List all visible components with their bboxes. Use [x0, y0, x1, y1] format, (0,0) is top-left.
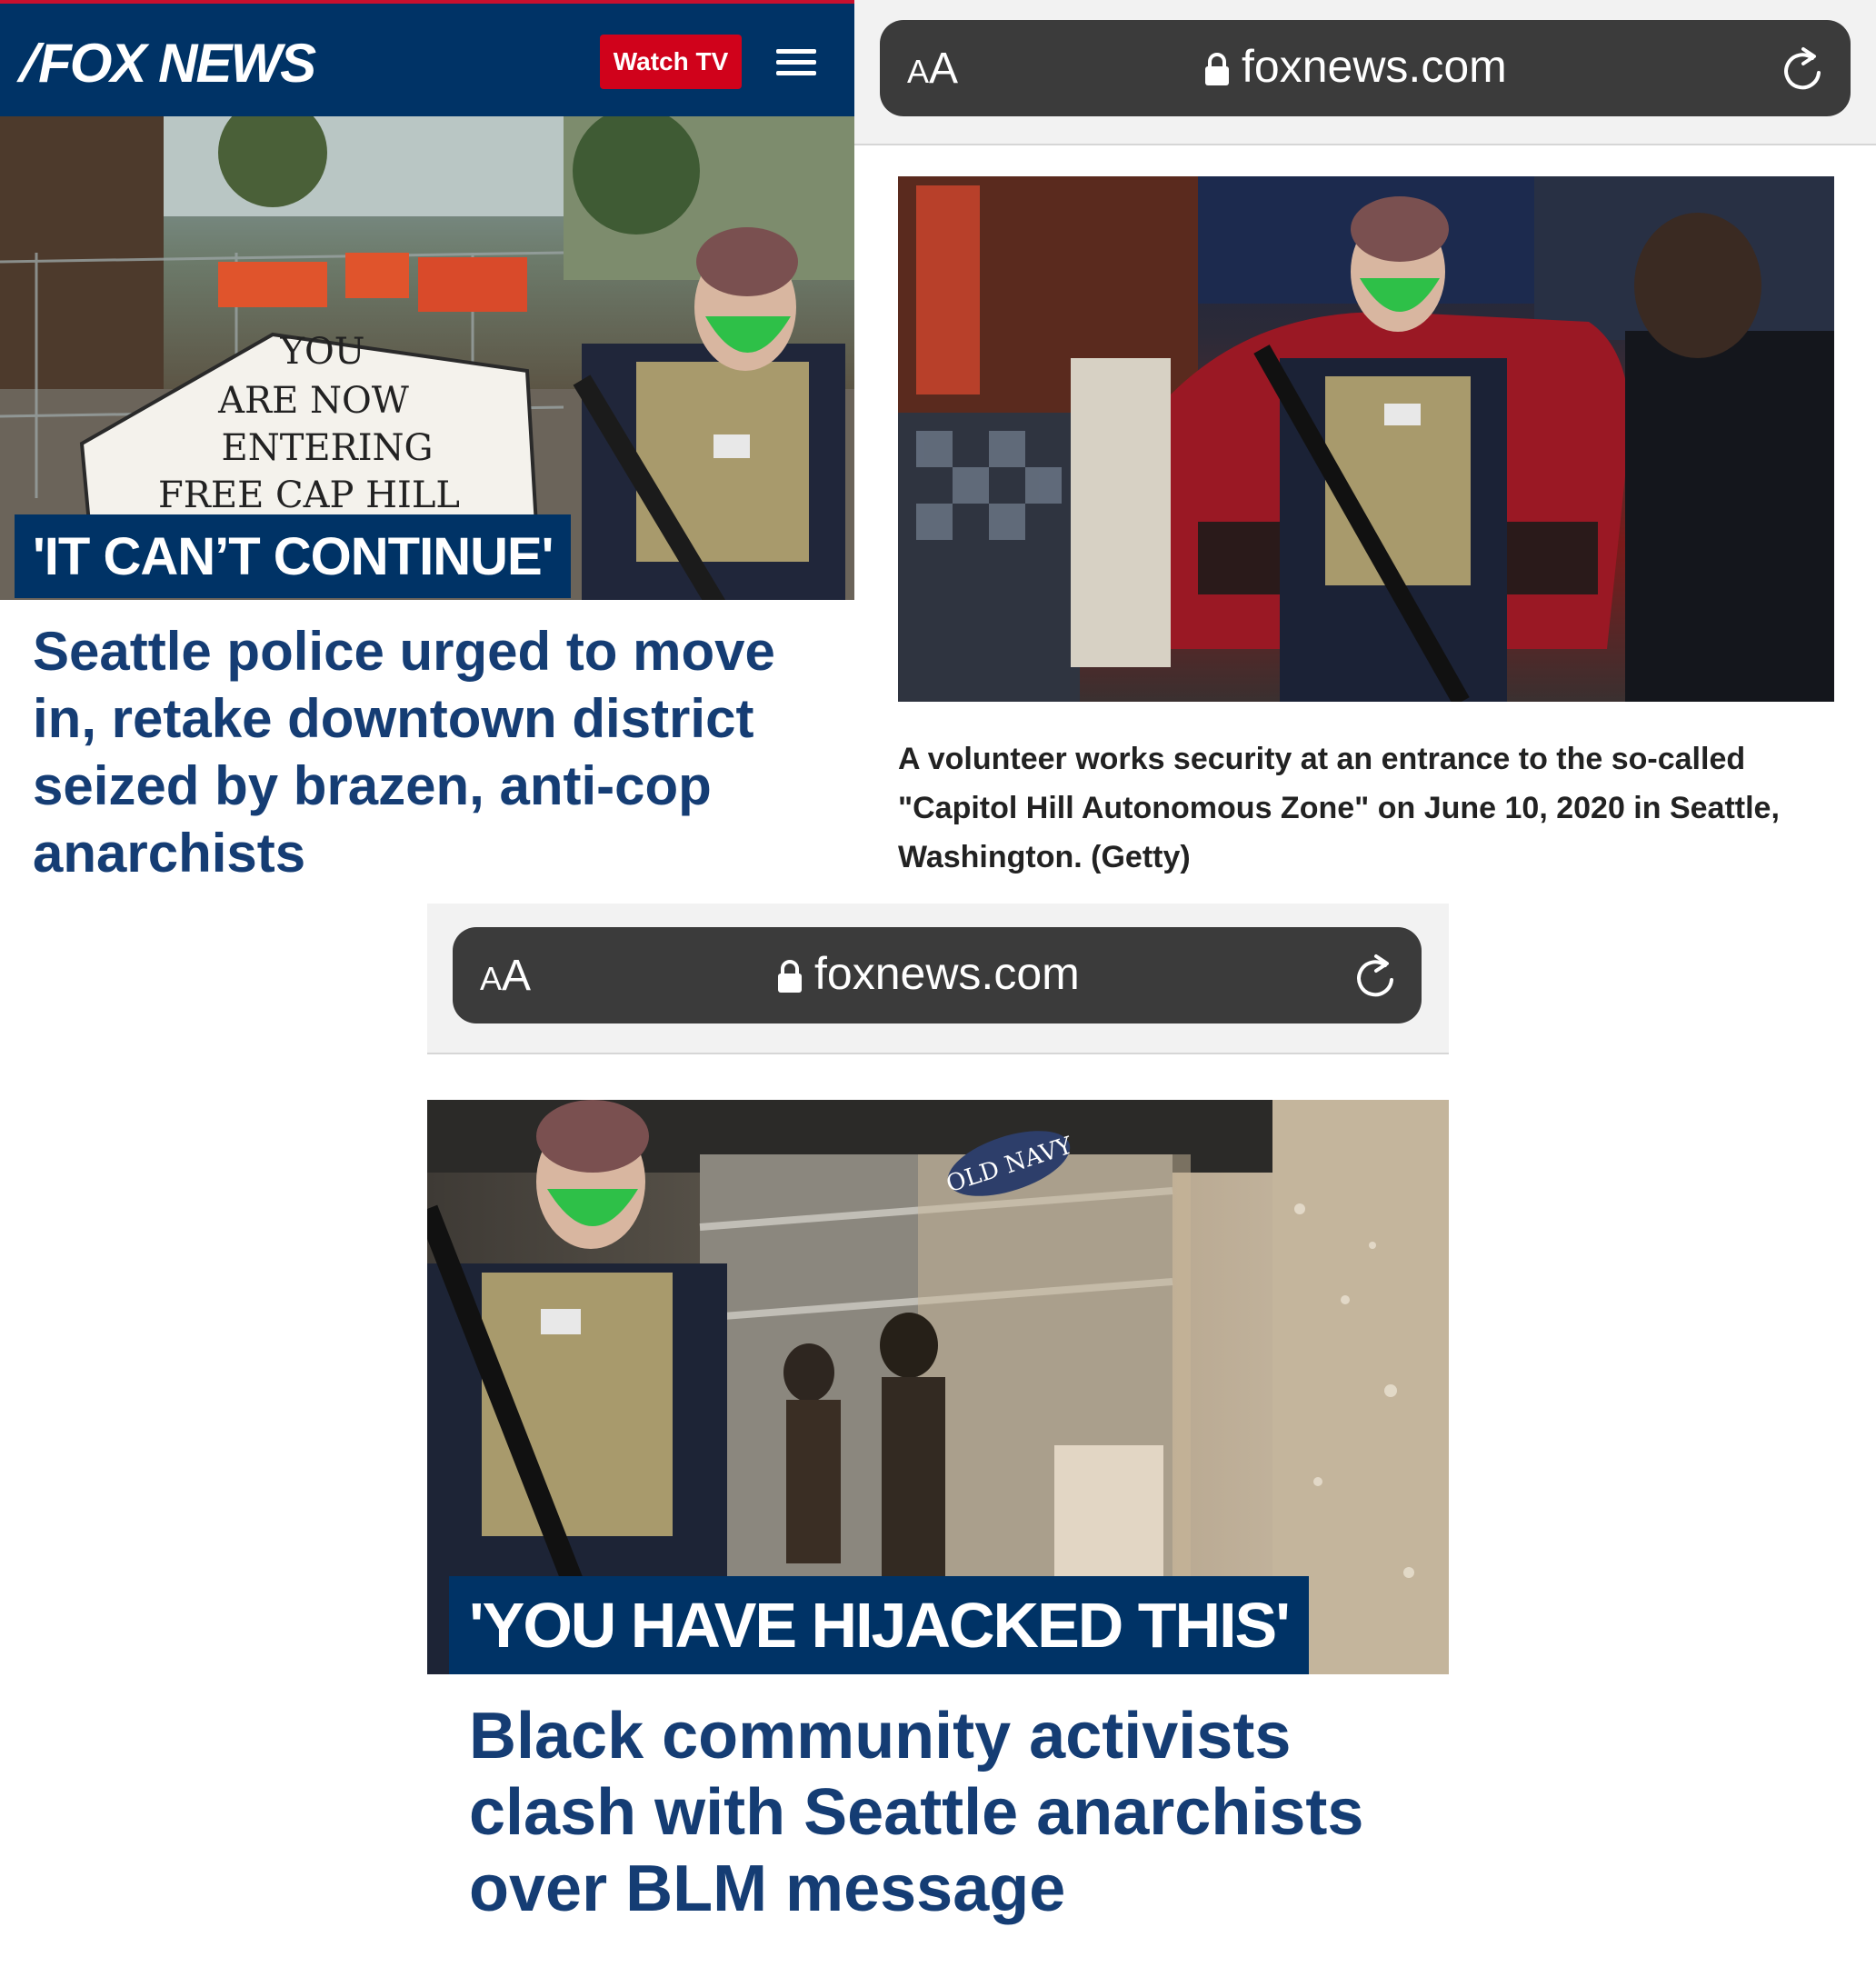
- url-text: foxnews.com: [814, 948, 1080, 999]
- url-text: foxnews.com: [1242, 41, 1507, 92]
- reader-text-size-button[interactable]: AA: [907, 44, 958, 94]
- menu-icon[interactable]: [776, 49, 816, 76]
- browser-toolbar: AA foxnews.com: [854, 0, 1876, 145]
- reader-text-size-button[interactable]: AA: [480, 951, 531, 1001]
- lock-icon: [778, 960, 802, 993]
- article-photo[interactable]: [898, 176, 1834, 702]
- story-headline[interactable]: Black community activists clash with Sea…: [469, 1698, 1414, 1927]
- photo-illustration: [898, 176, 1834, 702]
- reload-icon[interactable]: [1780, 45, 1825, 93]
- sign-text-line-4: FREE CAP HILL: [158, 474, 460, 516]
- fox-news-logo[interactable]: / FOX NEWS: [16, 31, 316, 95]
- photo-caption: A volunteer works security at an entranc…: [898, 742, 1780, 874]
- safari-page-panel-b: AA foxnews.com A volunteer works securit…: [854, 0, 1876, 900]
- browser-toolbar: AA foxnews.com: [427, 904, 1449, 1054]
- fox-logo-slash-icon: /: [16, 33, 40, 93]
- lock-icon: [1205, 53, 1229, 85]
- address-bar[interactable]: AA foxnews.com: [453, 927, 1422, 1023]
- reload-icon[interactable]: [1352, 953, 1398, 1000]
- sign-text-line-1: YOU: [280, 331, 365, 373]
- foxnews-article-panel-a: / FOX NEWS Watch TV YOU ARE NOW ENTERING…: [0, 0, 854, 900]
- sign-text-line-3: ENTERING: [222, 427, 434, 469]
- address-bar[interactable]: AA foxnews.com: [880, 20, 1851, 116]
- watch-tv-button[interactable]: Watch TV: [600, 35, 742, 89]
- story-kicker: 'YOU HAVE HIJACKED THIS': [449, 1576, 1309, 1674]
- brand-name: FOX NEWS: [38, 32, 316, 94]
- sign-text-line-2: ARE NOW: [217, 380, 409, 422]
- story-headline[interactable]: Seattle police urged to move in, retake …: [33, 618, 833, 887]
- safari-page-panel-c: AA foxnews.com OLD NAVY 'YOU HAVE HIJACK…: [427, 904, 1449, 1967]
- site-header: / FOX NEWS Watch TV: [0, 0, 854, 116]
- story-kicker: 'IT CAN’T CONTINUE': [15, 514, 572, 598]
